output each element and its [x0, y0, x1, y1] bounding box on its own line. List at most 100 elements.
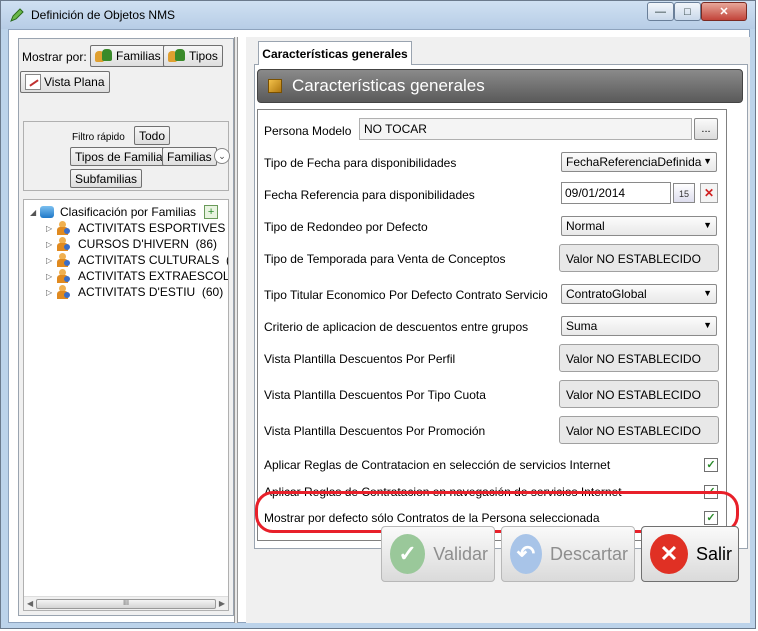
tree-root-label: Clasificación por Familias — [60, 205, 197, 219]
field-tipo-redondeo: Tipo de Redondeo por Defecto Normal ▼ — [258, 212, 726, 242]
maximize-button[interactable]: □ — [674, 2, 701, 21]
field-label: Vista Plantilla Descuentos Por Promoción — [264, 424, 486, 438]
chevron-down-icon[interactable]: ⌄ — [214, 148, 230, 164]
close-button[interactable]: ✕ — [701, 2, 747, 21]
criterio-descuentos-select[interactable]: Suma ▼ — [561, 316, 717, 336]
field-label: Mostrar por defecto sólo Contratos de la… — [264, 511, 600, 525]
discard-label: Descartar — [549, 543, 628, 564]
tree-expand-arrow[interactable]: ▷ — [46, 240, 56, 249]
person-group-icon — [56, 221, 70, 235]
field-label: Criterio de aplicacion de descuentos ent… — [264, 320, 529, 334]
scroll-right-arrow[interactable]: ▶ — [219, 599, 225, 608]
title-bar: Definición de Objetos NMS — □ ✕ — [1, 1, 755, 29]
flat-view-label: Vista Plana — [44, 75, 105, 89]
field-criterio-descuentos: Criterio de aplicacion de descuentos ent… — [258, 312, 726, 342]
family-tree[interactable]: ◢ Clasificación por Familias + ▷ ACTIVIT… — [23, 199, 229, 611]
people-icon — [168, 48, 186, 64]
browse-button[interactable]: ... — [694, 118, 718, 140]
tree-expand-arrow[interactable]: ▷ — [46, 288, 56, 297]
show-families-label: Familias — [116, 49, 161, 63]
vista-tipo-cuota-value[interactable]: Valor NO ESTABLECIDO — [559, 380, 719, 408]
exit-x-icon: ✕ — [650, 534, 688, 574]
list-icon — [25, 74, 41, 90]
tree-item[interactable]: ▷ CURSOS D'HIVERN (86) — [46, 236, 217, 252]
tab-general-characteristics[interactable]: Características generales — [258, 41, 412, 65]
filter-family-types-button[interactable]: Tipos de Familia — [70, 147, 168, 166]
exit-label: Salir — [695, 543, 732, 564]
fecha-referencia-input[interactable]: 09/01/2014 — [561, 182, 671, 204]
field-label: Persona Modelo — [264, 124, 352, 138]
filter-all-button[interactable]: Todo — [134, 126, 171, 145]
tree-item-count: (60) — [201, 285, 224, 299]
tipo-temporada-value[interactable]: Valor NO ESTABLECIDO — [559, 244, 719, 272]
person-group-icon — [56, 237, 70, 251]
tree-item-label: ACTIVITATS ESPORTIVES — [78, 221, 226, 235]
show-by-label: Mostrar por: — [22, 50, 87, 64]
tree-item[interactable]: ▷ ACTIVITATS CULTURALS ( — [46, 252, 228, 268]
fields-grid: Persona Modelo NO TOCAR ... Tipo de Fech… — [257, 109, 727, 541]
field-tipo-fecha: Tipo de Fecha para disponibilidades Fech… — [258, 148, 726, 178]
chevron-down-icon: ▼ — [703, 220, 712, 230]
field-label: Aplicar Reglas de Contratacion en selecc… — [264, 458, 611, 472]
field-label: Tipo Titular Economico Por Defecto Contr… — [264, 288, 548, 302]
scrollbar-thumb[interactable]: III — [36, 599, 216, 609]
calendar-icon[interactable]: 15 — [673, 183, 695, 203]
horizontal-scrollbar[interactable]: ◀ III ▶ — [24, 596, 228, 610]
vista-perfil-value[interactable]: Valor NO ESTABLECIDO — [559, 344, 719, 372]
tab-container: Características generales Característica… — [254, 41, 748, 549]
tree-collapse-arrow[interactable]: ◢ — [30, 208, 40, 217]
select-value: FechaReferenciaDefinida — [566, 155, 702, 169]
select-value: ContratoGlobal — [566, 287, 647, 301]
flat-view-button[interactable]: Vista Plana — [20, 71, 110, 93]
minimize-button[interactable]: — — [647, 2, 674, 21]
field-persona-modelo: Persona Modelo NO TOCAR ... — [258, 116, 726, 146]
tree-item-count: ( — [226, 253, 228, 267]
field-label: Fecha Referencia para disponibilidades — [264, 188, 475, 202]
field-label: Tipo de Redondeo por Defecto — [264, 220, 428, 234]
main-window: Definición de Objetos NMS — □ ✕ Mostrar … — [0, 0, 756, 629]
window-title: Definición de Objetos NMS — [31, 8, 176, 22]
chevron-down-icon: ▼ — [703, 320, 712, 330]
field-label: Tipo de Temporada para Venta de Concepto… — [264, 252, 506, 266]
vista-promocion-value[interactable]: Valor NO ESTABLECIDO — [559, 416, 719, 444]
scroll-left-arrow[interactable]: ◀ — [27, 599, 33, 608]
person-group-icon — [56, 269, 70, 283]
tree-item-label: ACTIVITATS CULTURALS — [78, 253, 220, 267]
mostrar-contratos-checkbox[interactable]: ✓ — [704, 511, 718, 525]
filter-subfamilies-button[interactable]: Subfamilias — [70, 169, 143, 188]
field-label: Vista Plantilla Descuentos Por Tipo Cuot… — [264, 388, 486, 402]
exit-button[interactable]: ✕ Salir — [641, 526, 739, 582]
tree-expand-arrow[interactable]: ▷ — [46, 256, 56, 265]
person-group-icon — [56, 285, 70, 299]
tree-root[interactable]: ◢ Clasificación por Familias + — [30, 204, 219, 220]
tree-expand-arrow[interactable]: ▷ — [46, 272, 56, 281]
field-label: Aplicar Reglas de Contratacion en navega… — [264, 485, 622, 499]
show-families-button[interactable]: Familias — [90, 45, 166, 67]
tree-item[interactable]: ▷ ACTIVITATS ESPORTIVES — [46, 220, 228, 236]
tree-expand-arrow[interactable]: ▷ — [46, 224, 56, 233]
tipo-titular-select[interactable]: ContratoGlobal ▼ — [561, 284, 717, 304]
validate-label: Validar — [433, 543, 488, 564]
checkmark-icon: ✓ — [390, 534, 426, 574]
select-value: Normal — [566, 219, 605, 233]
tree-item[interactable]: ▷ ACTIVITATS D'ESTIU (60) — [46, 284, 223, 300]
show-types-label: Tipos — [189, 49, 218, 63]
persona-modelo-input[interactable]: NO TOCAR — [359, 118, 692, 140]
add-icon[interactable]: + — [204, 205, 219, 219]
field-tipo-temporada: Tipo de Temporada para Venta de Concepto… — [258, 244, 726, 274]
field-label: Tipo de Fecha para disponibilidades — [264, 156, 457, 170]
reglas-navegacion-checkbox[interactable]: ✓ — [704, 485, 718, 499]
red-x-icon[interactable]: ✕ — [700, 183, 718, 203]
validate-button[interactable]: ✓ Validar — [381, 526, 495, 582]
tipo-redondeo-select[interactable]: Normal ▼ — [561, 216, 717, 236]
tipo-fecha-select[interactable]: FechaReferenciaDefinida ▼ — [561, 152, 717, 172]
chevron-down-icon: ▼ — [703, 288, 712, 298]
panel-splitter[interactable] — [234, 37, 238, 623]
tree-item[interactable]: ▷ ACTIVITATS EXTRAESCOLA — [46, 268, 228, 284]
database-icon — [40, 206, 54, 218]
reglas-seleccion-checkbox[interactable]: ✓ — [704, 458, 718, 472]
show-types-button[interactable]: Tipos — [163, 45, 223, 67]
discard-button[interactable]: ↶ Descartar — [501, 526, 635, 582]
filter-families-button[interactable]: Familias — [162, 147, 217, 166]
field-vista-tipo-cuota: Vista Plantilla Descuentos Por Tipo Cuot… — [258, 380, 726, 410]
